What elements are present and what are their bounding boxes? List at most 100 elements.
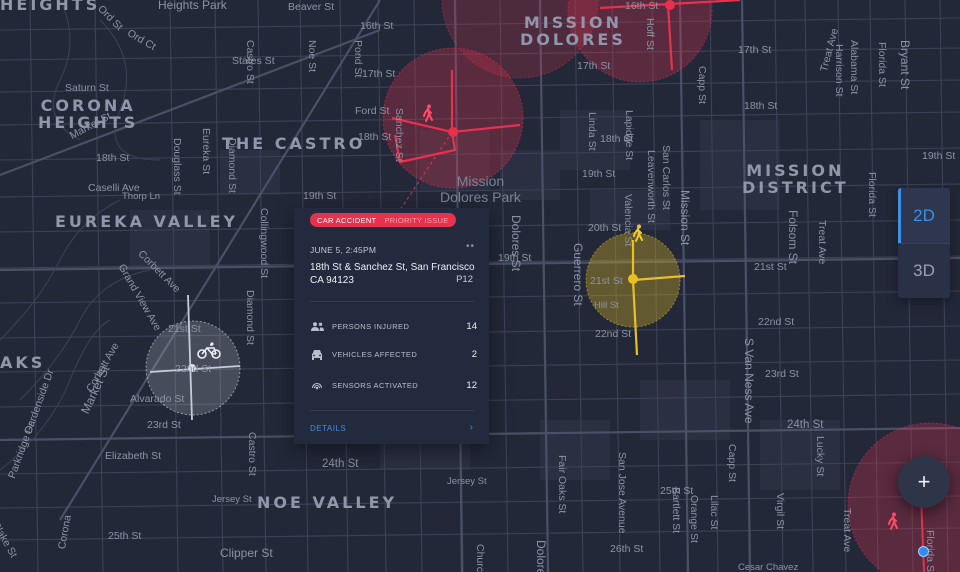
street-label: 18th St [96, 152, 130, 164]
street-label: Hill St [594, 300, 619, 311]
card-divider [310, 301, 474, 302]
street-label: 17th St [577, 60, 611, 72]
stat-value: 12 [466, 379, 477, 391]
street-label: Capp St [696, 66, 708, 104]
bicycle-icon[interactable] [197, 342, 221, 360]
car-icon [310, 348, 324, 360]
street-label: Capp St [726, 444, 738, 482]
incident-tag: CAR ACCIDENT PRIORITY ISSUE [310, 213, 456, 227]
street-label: Alvarado St [130, 393, 185, 405]
neighborhood-label: NOE VALLEY [257, 493, 398, 512]
street-label: 22nd St [595, 328, 632, 340]
street-label: Church [474, 544, 486, 572]
street-label: Saturn St [65, 82, 109, 94]
street-label: Douglass St [171, 138, 183, 195]
street-label: Alabama St [848, 40, 860, 95]
pedestrian-icon[interactable] [886, 512, 900, 530]
incident-priority: PRIORITY ISSUE [384, 215, 449, 225]
neighborhood-label: THE CASTRO [222, 134, 366, 153]
street-label: 18th St [358, 131, 392, 143]
incident-code: P12 [456, 274, 473, 285]
street-label: Treat Ave [816, 220, 828, 265]
persons-icon [310, 320, 324, 332]
street-label: 23rd St [147, 419, 181, 431]
street-label: 19th St [922, 150, 956, 162]
chevron-right-icon[interactable]: › [470, 422, 473, 433]
current-location-marker[interactable] [918, 546, 929, 557]
street-label: Castro St [244, 40, 256, 84]
details-link[interactable]: DETAILS [310, 424, 346, 433]
stat-label: PERSONS INJURED [332, 321, 410, 331]
street-label: Folsom St [786, 210, 800, 265]
street-label: Hoff St [644, 18, 656, 50]
street-label: Florida St [866, 172, 878, 217]
street-label: Leavenworth St [645, 150, 657, 223]
street-label: Linda St [586, 112, 598, 151]
stat-value: 2 [471, 348, 477, 360]
street-label: Noe St [306, 40, 318, 73]
street-label: 22nd St [175, 363, 212, 375]
street-label: San Carlos St [660, 145, 672, 210]
street-label: Thorp Ln [122, 191, 161, 202]
view-2d-button[interactable]: 2D [898, 188, 950, 243]
street-label: 21st St [168, 323, 201, 335]
street-label: 24th St [322, 458, 359, 470]
incident-date: JUNE 5, 2:45PM [310, 245, 377, 255]
park-label: Mission Dolores Park [440, 173, 521, 205]
stat-row-sensors: SENSORS ACTIVATED 12 [310, 379, 477, 391]
incident-type: CAR ACCIDENT [317, 215, 377, 225]
street-label: Bryant St [898, 40, 912, 90]
pedestrian-icon[interactable] [421, 104, 435, 122]
street-label: Mission St [678, 190, 692, 246]
street-label: Dolore [534, 540, 548, 572]
street-label: 20th St [588, 222, 622, 234]
street-label: San Jose Avenue [616, 452, 628, 534]
street-label: Fair Oaks St [556, 455, 568, 514]
more-options-button[interactable]: •• [466, 241, 475, 252]
view-3d-button[interactable]: 3D [898, 243, 950, 298]
street-label: Collingwood St [258, 208, 270, 279]
street-label: 19th St [303, 190, 337, 202]
street-label: 21st St [754, 261, 787, 273]
street-label: Pond St [352, 40, 364, 78]
street-label: 18th St [744, 100, 778, 112]
neighborhood-label: EUREKA VALLEY [55, 212, 239, 231]
street-label: 19th St [582, 168, 616, 180]
stat-row-vehicles: VEHICLES AFFECTED 2 [310, 348, 477, 360]
street-label: Beaver St [288, 1, 335, 13]
incident-card[interactable]: CAR ACCIDENT PRIORITY ISSUE JUNE 5, 2:45… [294, 208, 489, 444]
street-label: Elizabeth St [105, 450, 162, 462]
pedestrian-icon[interactable] [631, 224, 645, 242]
neighborhood-label: MISSION DISTRICT [742, 161, 849, 197]
street-label: Clipper St [220, 546, 273, 560]
sensor-icon [310, 379, 324, 391]
street-label: Lucky St [814, 436, 826, 477]
incident-address: 18th St & Sanchez St, San Francisco CA 9… [310, 262, 475, 286]
add-button[interactable]: + [898, 456, 950, 508]
street-label: Virgil St [774, 493, 786, 529]
street-label: Diamond St [226, 138, 238, 193]
street-label: 23rd St [765, 368, 799, 380]
street-label: 17th St [362, 68, 396, 80]
street-label: 21st St [590, 275, 623, 287]
street-label: 24th St [787, 419, 824, 431]
neighborhood-label: MISSION DOLORES [520, 13, 626, 49]
street-label: Diamond St [244, 290, 256, 345]
street-label: Treat Ave [841, 508, 853, 553]
street-label: Sanchez St [393, 108, 405, 162]
street-label: Ford St [355, 105, 390, 117]
street-label: 17th St [738, 44, 772, 56]
street-label: Castro St [246, 432, 258, 476]
neighborhood-label: AKS [0, 353, 46, 372]
street-label: Cesar Chavez [738, 562, 799, 572]
card-divider [310, 410, 474, 411]
stat-value: 14 [466, 320, 477, 332]
plus-icon: + [917, 469, 931, 494]
street-label: S Van Ness Ave [742, 338, 756, 424]
street-label: 25th St [108, 530, 142, 542]
street-label: Jersey St [212, 494, 252, 505]
stat-label: SENSORS ACTIVATED [332, 380, 419, 390]
street-label: Jersey St [447, 476, 487, 487]
street-label: 19th St [498, 252, 532, 264]
street-label: 16th St [360, 20, 394, 32]
